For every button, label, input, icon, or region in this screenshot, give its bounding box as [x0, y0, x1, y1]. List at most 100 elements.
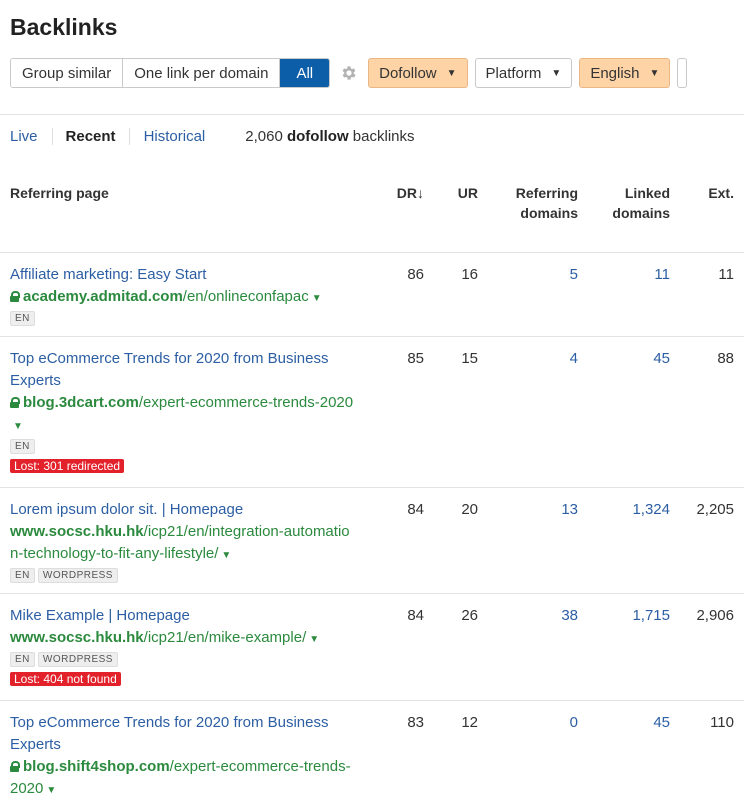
tag-badge: EN [10, 310, 35, 326]
tag-badge: EN [10, 567, 35, 583]
all-button[interactable]: All [279, 59, 330, 87]
triangle-down-icon[interactable]: ▼ [13, 421, 23, 432]
tag-list: EN WORDPRESS [10, 651, 354, 667]
table-header-row: Referring page DR↓ UR Referring domains L… [0, 170, 744, 253]
ur-value: 26 [434, 593, 488, 701]
tag-badge: WORDPRESS [37, 651, 118, 667]
count-suffix: backlinks [352, 128, 415, 145]
page-title-link[interactable]: Mike Example | Homepage [10, 605, 354, 627]
linked-domains-value[interactable]: 45 [588, 700, 680, 800]
sort-down-icon: ↓ [417, 185, 424, 201]
triangle-down-icon[interactable]: ▼ [309, 634, 319, 645]
col-dr[interactable]: DR↓ [374, 170, 434, 253]
header-line: domains [612, 205, 670, 221]
table-row: Affiliate marketing: Easy Start academy.a… [0, 252, 744, 337]
linked-domains-value[interactable]: 45 [588, 336, 680, 488]
one-link-per-domain-button[interactable]: One link per domain [122, 59, 280, 87]
url-domain: www.socsc.hku.hk [10, 522, 144, 540]
url-domain: blog.3dcart.com [23, 393, 139, 411]
page-title-link[interactable]: Top eCommerce Trends for 2020 from Busin… [10, 712, 354, 756]
page-title-link[interactable]: Affiliate marketing: Easy Start [10, 264, 354, 286]
gear-icon[interactable] [330, 64, 368, 82]
dofollow-dropdown[interactable]: Dofollow ▼ [368, 58, 468, 88]
page-url-link[interactable]: blog.3dcart.com/expert-ecommerce-trends-… [10, 392, 354, 438]
ext-value: 11 [680, 252, 744, 337]
referring-domains-value[interactable]: 0 [488, 700, 588, 800]
dr-value: 86 [374, 252, 434, 337]
linked-domains-value[interactable]: 1,715 [588, 593, 680, 701]
lock-icon [10, 760, 20, 772]
tab-historical[interactable]: Historical [144, 128, 220, 145]
referring-page-cell: Affiliate marketing: Easy Start academy.a… [0, 252, 374, 337]
tag-badge: EN [10, 651, 35, 667]
filter-toolbar: Group similar One link per domain All Do… [10, 58, 688, 88]
url-domain: blog.shift4shop.com [23, 757, 170, 775]
ur-value: 12 [434, 700, 488, 800]
platform-label: Platform [485, 64, 542, 82]
referring-domains-value[interactable]: 38 [488, 593, 588, 701]
referring-page-cell: Mike Example | Homepage www.socsc.hku.hk/… [0, 593, 374, 701]
triangle-down-icon[interactable]: ▼ [312, 293, 322, 304]
page-title: Backlinks [10, 14, 118, 40]
url-path: /icp21/en/mike-example/ [143, 628, 307, 646]
grouping-segmented-control: Group similar One link per domain All [10, 58, 331, 88]
dr-value: 85 [374, 336, 434, 488]
triangle-down-icon[interactable]: ▼ [46, 785, 56, 796]
dr-value: 83 [374, 700, 434, 800]
page-title-link[interactable]: Lorem ipsum dolor sit. | Homepage [10, 499, 354, 521]
col-referring-page[interactable]: Referring page [0, 170, 374, 253]
tab-live[interactable]: Live [10, 128, 52, 145]
table-row: Lorem ipsum dolor sit. | Homepage www.soc… [0, 487, 744, 594]
language-dropdown[interactable]: English ▼ [579, 58, 671, 88]
triangle-down-icon[interactable]: ▼ [221, 550, 231, 561]
time-tabs: Live Recent Historical 2,060 dofollow ba… [10, 128, 415, 145]
group-similar-button[interactable]: Group similar [11, 59, 123, 87]
backlinks-table: Referring page DR↓ UR Referring domains L… [0, 170, 744, 800]
tab-recent[interactable]: Recent [51, 128, 130, 145]
referring-domains-value[interactable]: 4 [488, 336, 588, 488]
lock-icon [10, 396, 20, 408]
ext-value: 88 [680, 336, 744, 488]
page-url-link[interactable]: academy.admitad.com/en/onlineconfapac ▼ [10, 286, 354, 310]
table-row: Mike Example | Homepage www.socsc.hku.hk/… [0, 593, 744, 701]
linked-domains-value[interactable]: 11 [588, 252, 680, 337]
header-line: Referring [515, 185, 578, 201]
table-row: Top eCommerce Trends for 2020 from Busin… [0, 700, 744, 800]
divider [0, 114, 744, 115]
page-url-link[interactable]: www.socsc.hku.hk/icp21/en/integration-au… [10, 521, 354, 567]
platform-dropdown[interactable]: Platform ▼ [474, 58, 573, 88]
ext-value: 2,906 [680, 593, 744, 701]
url-domain: academy.admitad.com [23, 287, 183, 305]
col-ext[interactable]: Ext. [680, 170, 744, 253]
dr-value: 84 [374, 487, 434, 594]
page-title-link[interactable]: Top eCommerce Trends for 2020 from Busin… [10, 348, 354, 392]
ur-value: 20 [434, 487, 488, 594]
referring-page-cell: Lorem ipsum dolor sit. | Homepage www.soc… [0, 487, 374, 594]
col-linked-domains[interactable]: Linked domains [588, 170, 680, 253]
url-path: /expert-ecommerce-trends-2020 [138, 393, 354, 411]
caret-down-icon: ▼ [446, 67, 457, 79]
dr-label: DR [396, 185, 417, 201]
lock-icon [10, 290, 20, 302]
ur-value: 15 [434, 336, 488, 488]
url-path: /en/onlineconfapac [182, 287, 309, 305]
header-line: domains [520, 205, 578, 221]
col-ur[interactable]: UR [434, 170, 488, 253]
count-number: 2,060 [245, 128, 283, 145]
tag-badge: WORDPRESS [37, 567, 118, 583]
referring-domains-value[interactable]: 5 [488, 252, 588, 337]
tag-list: EN WORDPRESS [10, 567, 354, 583]
col-referring-domains[interactable]: Referring domains [488, 170, 588, 253]
referring-page-cell: Top eCommerce Trends for 2020 from Busin… [0, 700, 374, 800]
referring-page-cell: Top eCommerce Trends for 2020 from Busin… [0, 336, 374, 488]
more-filters-dropdown[interactable] [677, 58, 688, 88]
page-url-link[interactable]: www.socsc.hku.hk/icp21/en/mike-example/▼ [10, 627, 354, 651]
referring-domains-value[interactable]: 13 [488, 487, 588, 594]
backlinks-count: 2,060 dofollow backlinks [245, 128, 414, 145]
linked-domains-value[interactable]: 1,324 [588, 487, 680, 594]
url-domain: www.socsc.hku.hk [10, 628, 144, 646]
page-url-link[interactable]: blog.shift4shop.com/expert-ecommerce-tre… [10, 756, 354, 800]
tag-list: EN [10, 310, 354, 326]
dofollow-label: Dofollow [379, 64, 437, 82]
tag-list: EN [10, 438, 354, 454]
